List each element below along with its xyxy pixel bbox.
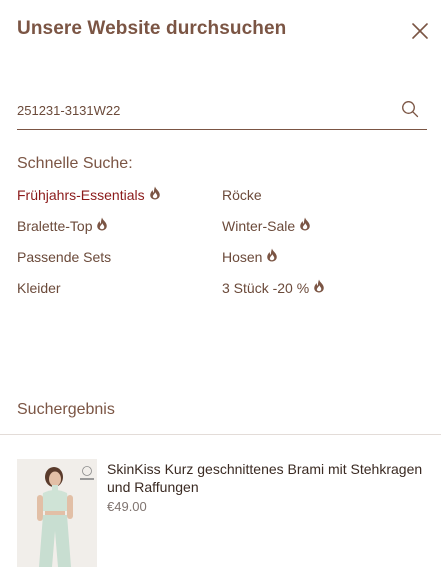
search-field <box>17 94 427 130</box>
quick-link-winter-sale[interactable]: Winter-Sale <box>222 217 311 234</box>
flame-icon <box>314 279 324 293</box>
product-name[interactable]: SkinKiss Kurz geschnittenes Brami mit St… <box>107 460 432 496</box>
flame-icon <box>149 186 160 200</box>
quick-link-label: Bralette-Top <box>17 218 93 234</box>
flame-icon <box>97 217 108 231</box>
panel-title: Unsere Website durchsuchen <box>17 18 287 39</box>
divider <box>0 434 441 435</box>
quick-link-3-stueck[interactable]: 3 Stück -20 % <box>222 279 325 296</box>
quick-link-hosen[interactable]: Hosen <box>222 248 278 265</box>
search-results-title: Suchergebnis <box>17 401 115 418</box>
quick-link-fruehjahrs-essentials[interactable]: Frühjahrs-Essentials <box>17 186 161 203</box>
search-panel-header: Unsere Website durchsuchen <box>17 18 431 46</box>
product-image[interactable] <box>17 459 97 567</box>
quick-link-label: 3 Stück -20 % <box>222 280 310 296</box>
product-price: €49.00 <box>107 499 147 514</box>
quick-link-label: Passende Sets <box>17 249 112 265</box>
flame-icon <box>300 217 310 231</box>
search-button[interactable] <box>401 100 419 118</box>
quick-search-title: Schnelle Suche: <box>17 155 133 172</box>
search-icon[interactable] <box>401 100 419 118</box>
quick-link-label: Röcke <box>222 187 262 203</box>
quick-link-label: Kleider <box>17 280 61 296</box>
quick-link-bralette-top[interactable]: Bralette-Top <box>17 217 108 234</box>
quick-link-label: Frühjahrs-Essentials <box>17 187 145 203</box>
product-result[interactable]: SkinKiss Kurz geschnittenes Brami mit St… <box>17 459 427 569</box>
quick-link-label: Winter-Sale <box>222 218 296 234</box>
close-icon[interactable] <box>409 20 431 42</box>
search-input[interactable] <box>17 100 387 120</box>
close-button[interactable] <box>409 20 431 42</box>
quick-link-kleider[interactable]: Kleider <box>17 280 61 296</box>
quick-link-roecke[interactable]: Röcke <box>222 187 262 203</box>
quick-link-passende-sets[interactable]: Passende Sets <box>17 249 111 265</box>
quick-link-label: Hosen <box>222 249 263 265</box>
flame-icon <box>267 248 278 262</box>
